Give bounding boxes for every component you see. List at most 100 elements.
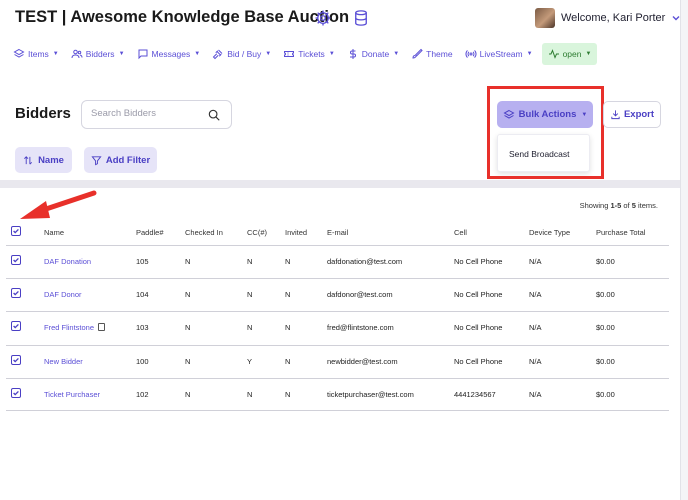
nav-label: Tickets <box>298 49 325 59</box>
caret-down-icon: ▼ <box>52 51 59 57</box>
caret-down-icon: ▼ <box>194 51 201 57</box>
column-header-name[interactable]: Name <box>44 228 64 237</box>
bidder-name-link[interactable]: DAF Donation <box>44 257 91 266</box>
cc-cell: N <box>247 257 253 266</box>
nav-messages[interactable]: Messages ▼ <box>132 43 206 65</box>
purchase-total-cell: $0.00 <box>596 290 615 299</box>
bidder-name-link[interactable]: Ticket Purchaser <box>44 390 100 399</box>
caret-down-icon: ▼ <box>118 51 125 57</box>
add-filter-label: Add Filter <box>105 154 151 166</box>
paddle-cell: 103 <box>136 323 149 332</box>
search-input[interactable] <box>91 108 201 119</box>
device-type-cell: N/A <box>529 257 542 266</box>
row-checkbox[interactable] <box>11 288 21 298</box>
nav-donate[interactable]: Donate ▼ <box>342 43 404 65</box>
layers-icon <box>13 48 25 58</box>
nav-theme[interactable]: Theme <box>406 43 457 65</box>
user-menu[interactable]: Welcome, Kari Porter <box>535 7 681 29</box>
check-icon <box>13 323 19 329</box>
table-row[interactable]: Fred Flintstone 103 N N N fred@flintston… <box>6 311 669 344</box>
check-icon <box>13 290 19 296</box>
invited-cell: N <box>285 290 291 299</box>
app-header: TEST | Awesome Knowledge Base Auction We… <box>0 0 688 38</box>
column-header-cc[interactable]: CC(#) <box>247 228 267 237</box>
nav-livestream[interactable]: LiveStream ▼ <box>460 43 538 65</box>
download-icon <box>611 110 620 120</box>
purchase-total-cell: $0.00 <box>596 390 615 399</box>
column-header-paddle[interactable]: Paddle# <box>136 228 164 237</box>
email-cell: fred@flintstone.com <box>327 323 394 332</box>
purchase-total-cell: $0.00 <box>596 357 615 366</box>
sort-name-button[interactable]: Name <box>15 147 72 173</box>
users-icon <box>71 49 83 59</box>
nav-label: Messages <box>151 49 191 59</box>
purchase-total-cell: $0.00 <box>596 323 615 332</box>
cell-phone-cell: No Cell Phone <box>454 257 503 266</box>
bidder-name-link[interactable]: Fred Flintstone <box>44 323 106 332</box>
invited-cell: N <box>285 257 291 266</box>
row-checkbox[interactable] <box>11 388 21 398</box>
message-icon <box>138 49 148 60</box>
bidder-name-link[interactable]: New Bidder <box>44 357 83 366</box>
caret-down-icon: ▼ <box>265 51 272 57</box>
email-cell: newbidder@test.com <box>327 357 398 366</box>
check-icon <box>13 257 19 263</box>
device-type-cell: N/A <box>529 357 542 366</box>
table-row[interactable]: DAF Donation 105 N N N dafdonation@test.… <box>6 245 669 278</box>
column-header-cell[interactable]: Cell <box>454 228 467 237</box>
column-header-checked-in[interactable]: Checked In <box>185 228 223 237</box>
row-checkbox[interactable] <box>11 255 21 265</box>
nav-bid-buy[interactable]: Bid / Buy ▼ <box>207 43 276 65</box>
column-header-email[interactable]: E-mail <box>327 228 348 237</box>
check-icon <box>13 390 19 396</box>
purchase-total-cell: $0.00 <box>596 257 615 266</box>
checked-in-cell: N <box>185 323 191 332</box>
checked-in-cell: N <box>185 257 191 266</box>
column-header-invited[interactable]: Invited <box>285 228 307 237</box>
export-button[interactable]: Export <box>603 101 661 128</box>
search-box[interactable] <box>81 100 232 129</box>
page-title: Bidders <box>15 105 71 122</box>
gavel-icon <box>213 49 223 60</box>
status-open-button[interactable]: open ▼ <box>541 43 598 65</box>
checked-in-cell: N <box>185 290 191 299</box>
avatar <box>535 8 555 28</box>
paddle-cell: 104 <box>136 290 149 299</box>
table-row[interactable]: Ticket Purchaser 102 N N N ticketpurchas… <box>6 378 669 411</box>
bidder-name-link[interactable]: DAF Donor <box>44 290 82 299</box>
search-icon[interactable] <box>207 108 221 122</box>
status-label: open <box>562 49 582 59</box>
cell-phone-cell: No Cell Phone <box>454 323 503 332</box>
sort-icon <box>24 155 33 164</box>
filter-icon <box>91 155 102 165</box>
email-cell: dafdonor@test.com <box>327 290 393 299</box>
paddle-cell: 100 <box>136 357 149 366</box>
database-icon[interactable] <box>352 9 370 27</box>
column-header-device-type[interactable]: Device Type <box>529 228 570 237</box>
table-row[interactable]: DAF Donor 104 N N N dafdonor@test.com No… <box>6 278 669 311</box>
select-all-checkbox[interactable] <box>11 226 21 236</box>
nav-tickets[interactable]: Tickets ▼ <box>278 43 340 65</box>
table-row[interactable]: New Bidder 100 N Y N newbidder@test.com … <box>6 345 669 378</box>
paddle-cell: 105 <box>136 257 149 266</box>
device-type-cell: N/A <box>529 290 542 299</box>
main-nav: Items ▼ Bidders ▼ Messages ▼ Bid / Buy ▼ Tic… <box>8 43 598 65</box>
add-filter-button[interactable]: Add Filter <box>84 147 157 173</box>
row-checkbox[interactable] <box>11 321 21 331</box>
invited-cell: N <box>285 357 291 366</box>
nav-bidders[interactable]: Bidders ▼ <box>66 43 130 65</box>
broadcast-icon <box>465 50 477 58</box>
column-header-purchase-total[interactable]: Purchase Total <box>596 228 645 237</box>
caret-down-icon: ▼ <box>585 51 592 57</box>
brush-icon <box>412 48 423 59</box>
note-icon[interactable] <box>98 323 106 331</box>
scrollbar[interactable] <box>680 0 688 500</box>
nav-items[interactable]: Items ▼ <box>8 43 64 65</box>
cc-cell: N <box>247 290 253 299</box>
nav-label: Bid / Buy <box>227 49 262 59</box>
device-type-cell: N/A <box>529 323 542 332</box>
gear-icon[interactable] <box>314 9 332 27</box>
email-cell: dafdonation@test.com <box>327 257 403 266</box>
paddle-cell: 102 <box>136 390 149 399</box>
row-checkbox[interactable] <box>11 355 21 365</box>
